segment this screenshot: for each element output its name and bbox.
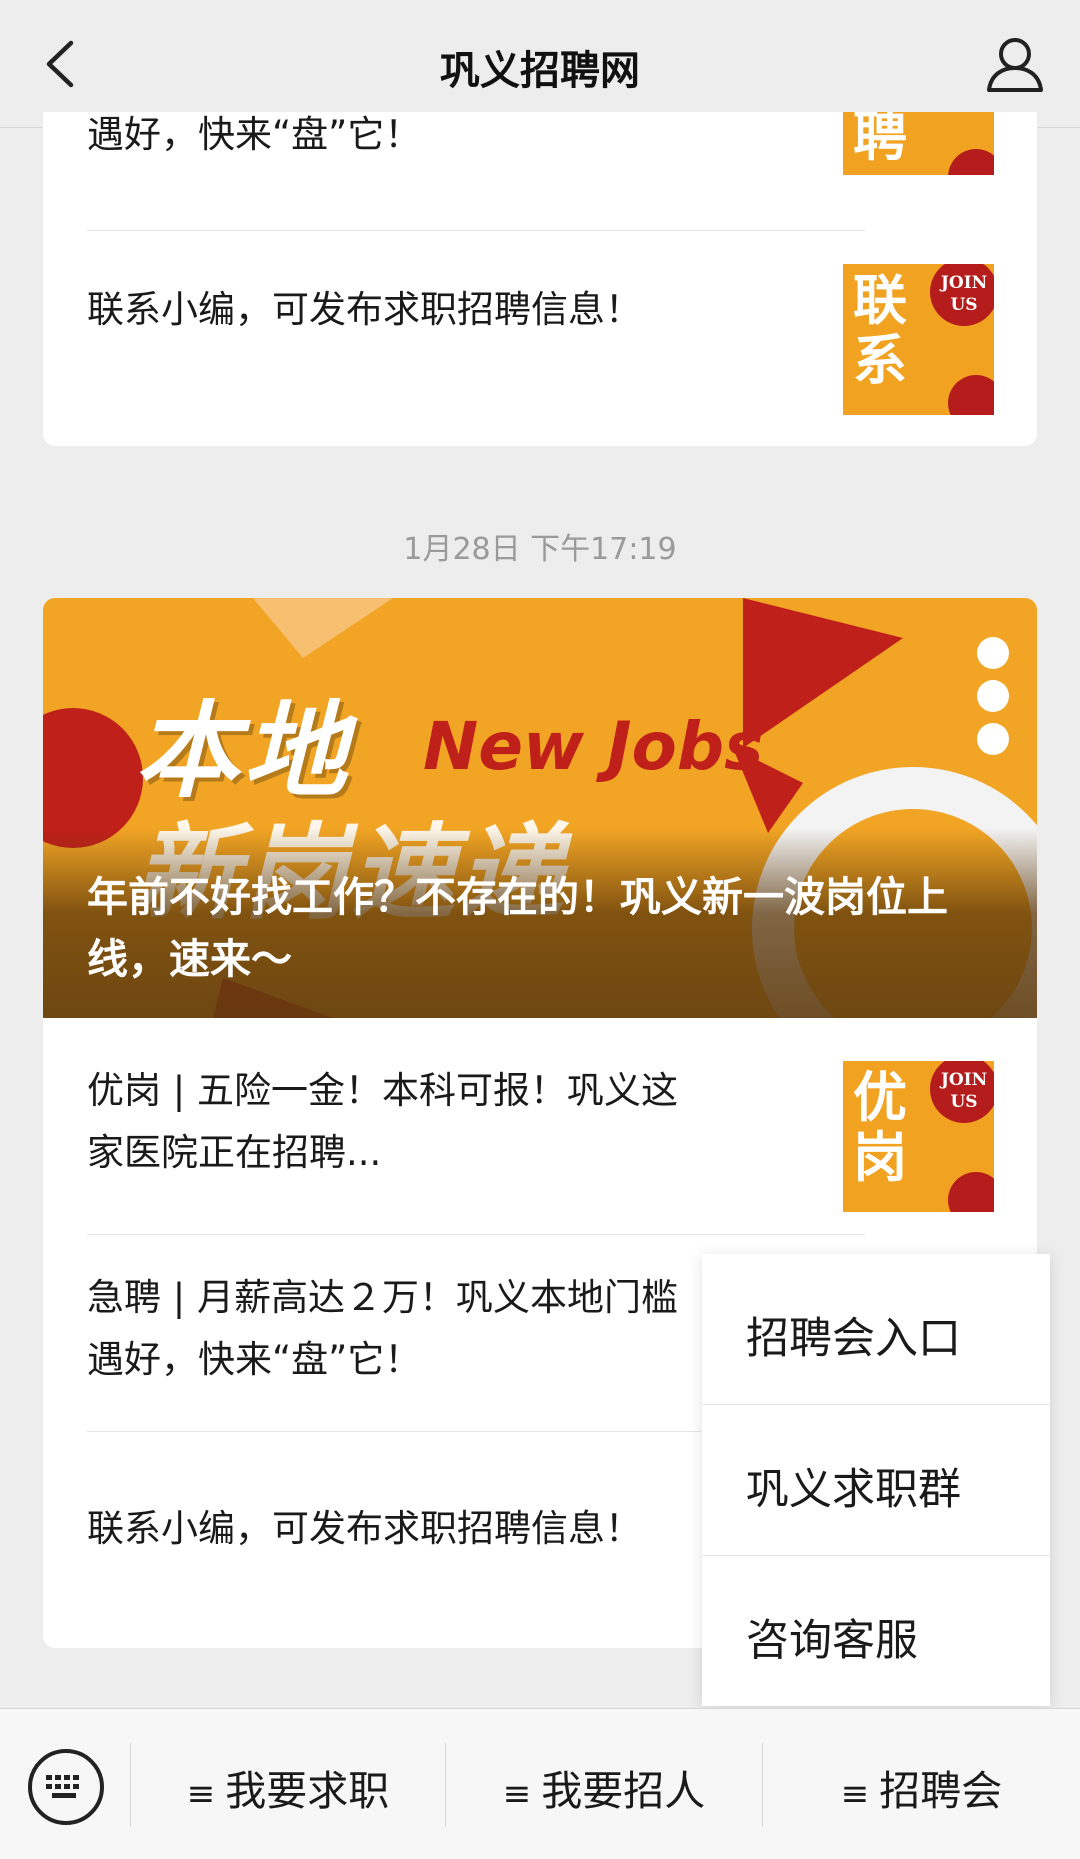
article-thumbnail: 聘 bbox=[843, 112, 994, 175]
menu-tab-recruiting[interactable]: ≡ 我要招人 bbox=[446, 1757, 762, 1817]
menu-item-customer-service[interactable]: 咨询客服 bbox=[702, 1556, 1050, 1706]
article-title: 联系小编，可发布求职招聘信息！ bbox=[87, 1507, 642, 1550]
banner-title: 年前不好找工作？不存在的！巩义新一波岗位上线，速来～ bbox=[87, 873, 948, 983]
person-icon bbox=[987, 38, 1043, 92]
submenu-popup: 招聘会入口 巩义求职群 咨询客服 bbox=[702, 1254, 1050, 1706]
message-timestamp: 1月28日 下午17:19 bbox=[403, 532, 677, 567]
page-title: 巩义招聘网 bbox=[440, 48, 640, 94]
top-nav-bar: 巩义招聘网 bbox=[0, 0, 1080, 128]
menu-lines-icon: ≡ bbox=[186, 1774, 216, 1814]
article-title: 急聘 | 月薪高达２万！巩义本地门槛遇好，快来“盘”它！ bbox=[87, 1276, 678, 1381]
article-thumbnail: 联系 JOIN US bbox=[843, 264, 994, 415]
menu-lines-icon: ≡ bbox=[840, 1774, 870, 1814]
menu-item-job-fair-entry[interactable]: 招聘会入口 bbox=[702, 1254, 1050, 1404]
keyboard-toggle-button[interactable] bbox=[28, 1749, 104, 1825]
article-item[interactable]: 联系小编，可发布求职招聘信息！ 联系 JOIN US bbox=[43, 231, 1037, 446]
cover-article-banner[interactable]: 本地 New Jobs 新岗速递 年前不好找工作？不存在的！巩义新一波岗位上线，… bbox=[43, 598, 1037, 1018]
article-title: 联系小编，可发布求职招聘信息！ bbox=[87, 288, 642, 331]
bottom-menu-bar: ≡ 我要求职 ≡ 我要招人 ≡ 招聘会 bbox=[0, 1708, 1080, 1859]
article-title: 遇好，快来“盘”它！ bbox=[87, 113, 422, 156]
article-thumbnail: 优岗 JOIN US bbox=[843, 1061, 994, 1212]
keyboard-icon bbox=[46, 1775, 79, 1798]
menu-item-job-group[interactable]: 巩义求职群 bbox=[702, 1405, 1050, 1555]
article-card-previous: 遇好，快来“盘”它！ 聘 联系小编，可发布求职招聘信息！ 联系 JOIN US bbox=[43, 112, 1037, 446]
article-item[interactable]: 优岗 | 五险一金！本科可报！巩义这家医院正在招聘... 优岗 JOIN US bbox=[43, 1018, 1037, 1234]
profile-button[interactable] bbox=[980, 30, 1050, 100]
article-item[interactable]: 遇好，快来“盘”它！ 聘 bbox=[43, 112, 1037, 230]
menu-lines-icon: ≡ bbox=[502, 1774, 532, 1814]
menu-tab-job-fair[interactable]: ≡ 招聘会 bbox=[763, 1757, 1080, 1817]
banner-art-heading-en: New Jobs bbox=[423, 708, 764, 785]
menu-tab-job-seeking[interactable]: ≡ 我要求职 bbox=[131, 1757, 445, 1817]
article-title: 优岗 | 五险一金！本科可报！巩义这家医院正在招聘... bbox=[87, 1069, 678, 1174]
